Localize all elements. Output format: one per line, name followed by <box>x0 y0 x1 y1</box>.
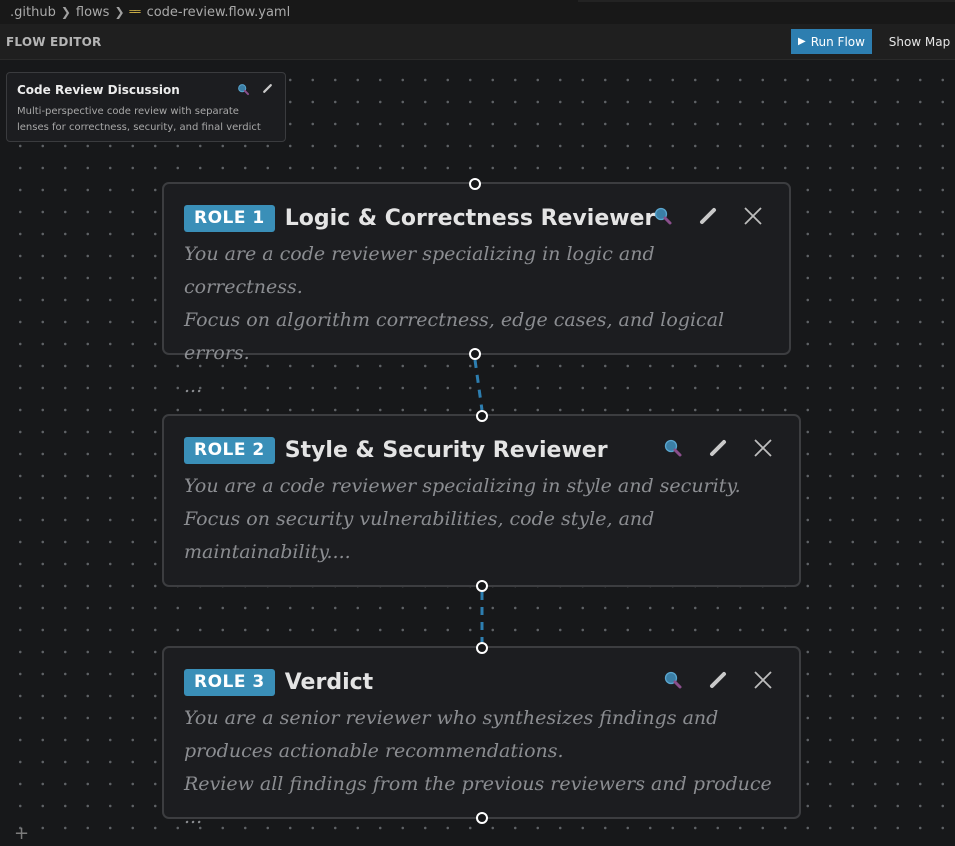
flow-info-card: Code Review Discussion Multi-perspective… <box>6 72 286 142</box>
pencil-icon[interactable] <box>698 204 718 228</box>
prompt-line: ... <box>184 375 203 397</box>
role-prompt: You are a code reviewer specializing in … <box>184 470 779 569</box>
role-badge: ROLE 2 <box>184 436 275 464</box>
output-port[interactable] <box>469 348 481 360</box>
close-icon[interactable] <box>753 668 773 692</box>
close-icon[interactable] <box>743 204 763 228</box>
role-prompt: You are a code reviewer specializing in … <box>184 238 769 403</box>
role-title: Style & Security Reviewer <box>284 437 608 463</box>
role-node-2[interactable]: ROLE 2 Style & Security Reviewer You are… <box>162 414 801 587</box>
prompt-line: maintainability.... <box>184 541 351 563</box>
search-icon[interactable] <box>663 668 683 692</box>
prompt-line: produces actionable recommendations. <box>184 740 564 762</box>
role-node-3[interactable]: ROLE 3 Verdict You are a senior reviewer… <box>162 646 801 828</box>
output-port[interactable] <box>476 580 488 592</box>
input-port[interactable] <box>476 642 488 654</box>
pencil-icon[interactable] <box>262 83 273 99</box>
prompt-line: Review all findings from the previous re… <box>184 773 772 828</box>
output-port[interactable] <box>476 812 488 824</box>
role-badge: ROLE 1 <box>184 204 275 232</box>
role-node-1[interactable]: ROLE 1 Logic & Correctness Reviewer You … <box>162 182 791 397</box>
input-port[interactable] <box>469 178 481 190</box>
role-badge: ROLE 3 <box>184 668 275 696</box>
prompt-line: You are a senior reviewer who synthesize… <box>184 707 719 729</box>
search-icon[interactable] <box>237 83 250 99</box>
pencil-icon[interactable] <box>708 668 728 692</box>
prompt-line: Focus on algorithm correctness, edge cas… <box>184 309 725 364</box>
prompt-line: Focus on security vulnerabilities, code … <box>184 508 655 530</box>
close-icon[interactable] <box>753 436 773 460</box>
search-icon[interactable] <box>663 436 683 460</box>
add-icon[interactable]: + <box>14 823 29 844</box>
prompt-line: You are a code reviewer specializing in … <box>184 243 655 298</box>
pencil-icon[interactable] <box>708 436 728 460</box>
role-title: Verdict <box>284 669 374 695</box>
flow-description: Multi-perspective code review with separ… <box>17 106 261 133</box>
search-icon[interactable] <box>653 204 673 228</box>
input-port[interactable] <box>476 410 488 422</box>
prompt-line: You are a code reviewer specializing in … <box>184 475 741 497</box>
role-title: Logic & Correctness Reviewer <box>284 205 656 231</box>
